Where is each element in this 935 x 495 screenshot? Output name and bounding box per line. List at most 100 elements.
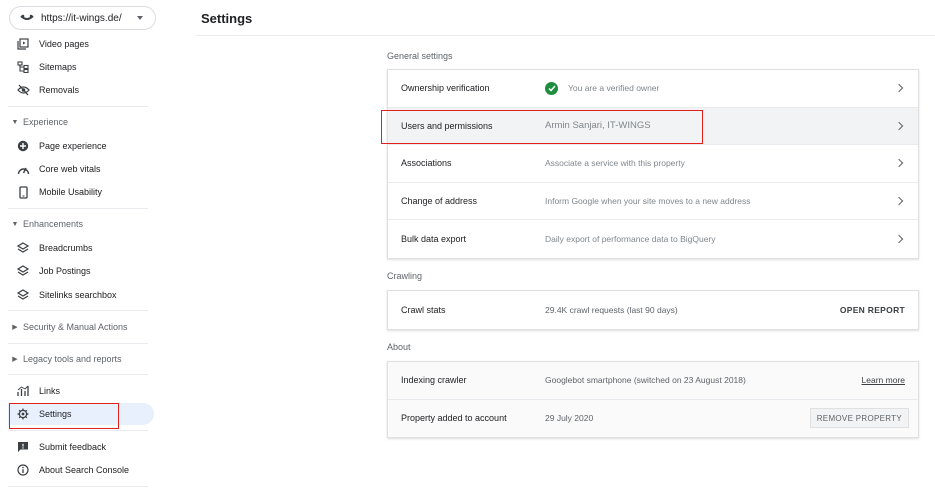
sidebar-item-removals[interactable]: Removals bbox=[8, 79, 154, 101]
divider bbox=[8, 374, 148, 375]
removals-icon bbox=[16, 83, 30, 97]
row-label: Property added to account bbox=[401, 413, 507, 424]
remove-property-button[interactable]: REMOVE PROPERTY bbox=[809, 408, 909, 429]
sidebar-item-about[interactable]: About Search Console bbox=[8, 459, 154, 481]
chevron-right-icon bbox=[894, 196, 904, 205]
divider bbox=[8, 343, 148, 344]
layers-icon bbox=[16, 288, 30, 302]
sidebar-item-label: Links bbox=[39, 386, 61, 396]
section-legacy-tools[interactable]: ▶ Legacy tools and reports bbox=[10, 351, 122, 367]
sidebar-item-label: Sitelinks searchbox bbox=[39, 290, 117, 300]
section-enhancements[interactable]: ▼ Enhancements bbox=[10, 216, 84, 232]
section-label: Security & Manual Actions bbox=[23, 322, 128, 332]
sidebar-item-label: Video pages bbox=[39, 39, 89, 49]
sidebar-item-label: Breadcrumbs bbox=[39, 243, 93, 253]
learn-more-link[interactable]: Learn more bbox=[862, 375, 905, 385]
divider bbox=[8, 430, 148, 431]
mobile-icon bbox=[16, 185, 30, 199]
sidebar-item-label: Mobile Usability bbox=[39, 187, 103, 197]
general-settings-label: General settings bbox=[387, 51, 453, 61]
row-label: Change of address bbox=[401, 195, 478, 206]
property-selector[interactable]: https://it-wings.de/ bbox=[9, 6, 156, 30]
divider bbox=[8, 208, 148, 209]
layers-icon bbox=[16, 264, 30, 278]
page-title: Settings bbox=[201, 11, 253, 26]
row-label: Indexing crawler bbox=[401, 375, 467, 386]
property-url: https://it-wings.de/ bbox=[41, 12, 122, 24]
caret-right-icon: ▶ bbox=[12, 356, 18, 363]
row-label: Crawl stats bbox=[401, 304, 446, 315]
row-property-added: Property added to account 29 July 2020 R… bbox=[388, 400, 918, 438]
divider bbox=[8, 310, 148, 311]
speed-icon bbox=[16, 162, 30, 176]
sidebar-item-page-experience[interactable]: Page experience bbox=[8, 135, 154, 157]
sidebar-item-sitemaps[interactable]: Sitemaps bbox=[8, 56, 154, 78]
section-label: Enhancements bbox=[23, 219, 84, 229]
sidebar-item-links[interactable]: Links bbox=[8, 380, 154, 402]
row-indexing-crawler: Indexing crawler Googlebot smartphone (s… bbox=[388, 362, 918, 400]
highlight-box-settings bbox=[9, 403, 119, 429]
chevron-right-icon bbox=[894, 234, 904, 243]
sidebar-item-label: Core web vitals bbox=[39, 164, 101, 174]
links-icon bbox=[16, 384, 30, 398]
crawling-label: Crawling bbox=[387, 271, 423, 281]
sidebar-item-sitelinks-searchbox[interactable]: Sitelinks searchbox bbox=[8, 284, 154, 306]
divider bbox=[8, 486, 148, 487]
row-value: You are a verified owner bbox=[568, 83, 660, 94]
feedback-icon bbox=[16, 440, 30, 454]
open-report-button[interactable]: OPEN REPORT bbox=[840, 305, 905, 315]
sidebar-item-label: Submit feedback bbox=[39, 442, 107, 452]
about-card: Indexing crawler Googlebot smartphone (s… bbox=[387, 361, 919, 438]
section-security[interactable]: ▶ Security & Manual Actions bbox=[10, 319, 128, 335]
general-settings-card: Ownership verification You are a verifie… bbox=[387, 69, 919, 259]
row-value: 29 July 2020 bbox=[545, 413, 594, 424]
row-value: Daily export of performance data to BigQ… bbox=[545, 233, 716, 244]
row-bulk-data-export[interactable]: Bulk data export Daily export of perform… bbox=[388, 220, 918, 258]
section-experience[interactable]: ▼ Experience bbox=[10, 114, 69, 130]
page-experience-icon bbox=[16, 139, 30, 153]
row-label: Ownership verification bbox=[401, 83, 490, 94]
row-associations[interactable]: Associations Associate a service with th… bbox=[388, 145, 918, 183]
property-logo-icon bbox=[20, 14, 34, 22]
sidebar-item-submit-feedback[interactable]: Submit feedback bbox=[8, 436, 154, 458]
row-value: Googlebot smartphone (switched on 23 Aug… bbox=[545, 375, 746, 386]
sidebar-item-mobile-usability[interactable]: Mobile Usability bbox=[8, 181, 154, 203]
sidebar-item-core-web-vitals[interactable]: Core web vitals bbox=[8, 158, 154, 180]
row-label: Bulk data export bbox=[401, 233, 467, 244]
section-label: Legacy tools and reports bbox=[23, 354, 122, 364]
highlight-box-users-permissions bbox=[381, 110, 703, 144]
chevron-right-icon bbox=[894, 159, 904, 168]
sidebar-item-label: Sitemaps bbox=[39, 62, 77, 72]
sidebar-item-breadcrumbs[interactable]: Breadcrumbs bbox=[8, 237, 154, 259]
check-circle-icon bbox=[545, 81, 558, 95]
sidebar-item-label: About Search Console bbox=[39, 465, 130, 475]
sitemap-icon bbox=[16, 60, 30, 74]
chevron-right-icon bbox=[894, 84, 904, 93]
sidebar-item-label: Job Postings bbox=[39, 266, 91, 276]
sidebar-item-label: Removals bbox=[39, 85, 80, 95]
row-value: Associate a service with this property bbox=[545, 158, 685, 169]
crawling-card: Crawl stats 29.4K crawl requests (last 9… bbox=[387, 290, 919, 330]
divider bbox=[8, 106, 148, 107]
row-value: 29.4K crawl requests (last 90 days) bbox=[545, 304, 678, 315]
video-pages-icon bbox=[16, 37, 30, 51]
search-console-app: https://it-wings.de/ Video pages Sitemap… bbox=[0, 0, 935, 495]
caret-down-icon: ▼ bbox=[11, 220, 19, 228]
caret-right-icon: ▶ bbox=[12, 324, 18, 331]
row-crawl-stats[interactable]: Crawl stats 29.4K crawl requests (last 9… bbox=[388, 291, 918, 329]
caret-down-icon: ▼ bbox=[11, 118, 19, 126]
section-label: Experience bbox=[23, 117, 69, 127]
chevron-down-icon bbox=[137, 16, 143, 20]
row-ownership-verification[interactable]: Ownership verification You are a verifie… bbox=[388, 70, 918, 108]
chevron-right-icon bbox=[894, 121, 904, 130]
sidebar-item-job-postings[interactable]: Job Postings bbox=[8, 260, 154, 282]
sidebar-item-video-pages[interactable]: Video pages bbox=[8, 33, 154, 55]
info-icon bbox=[16, 463, 30, 477]
row-value: Inform Google when your site moves to a … bbox=[545, 195, 751, 206]
sidebar-item-label: Page experience bbox=[39, 141, 107, 151]
header-divider bbox=[196, 35, 935, 36]
about-label: About bbox=[387, 342, 411, 352]
layers-icon bbox=[16, 241, 30, 255]
row-label: Associations bbox=[401, 158, 452, 169]
row-change-of-address[interactable]: Change of address Inform Google when you… bbox=[388, 183, 918, 220]
